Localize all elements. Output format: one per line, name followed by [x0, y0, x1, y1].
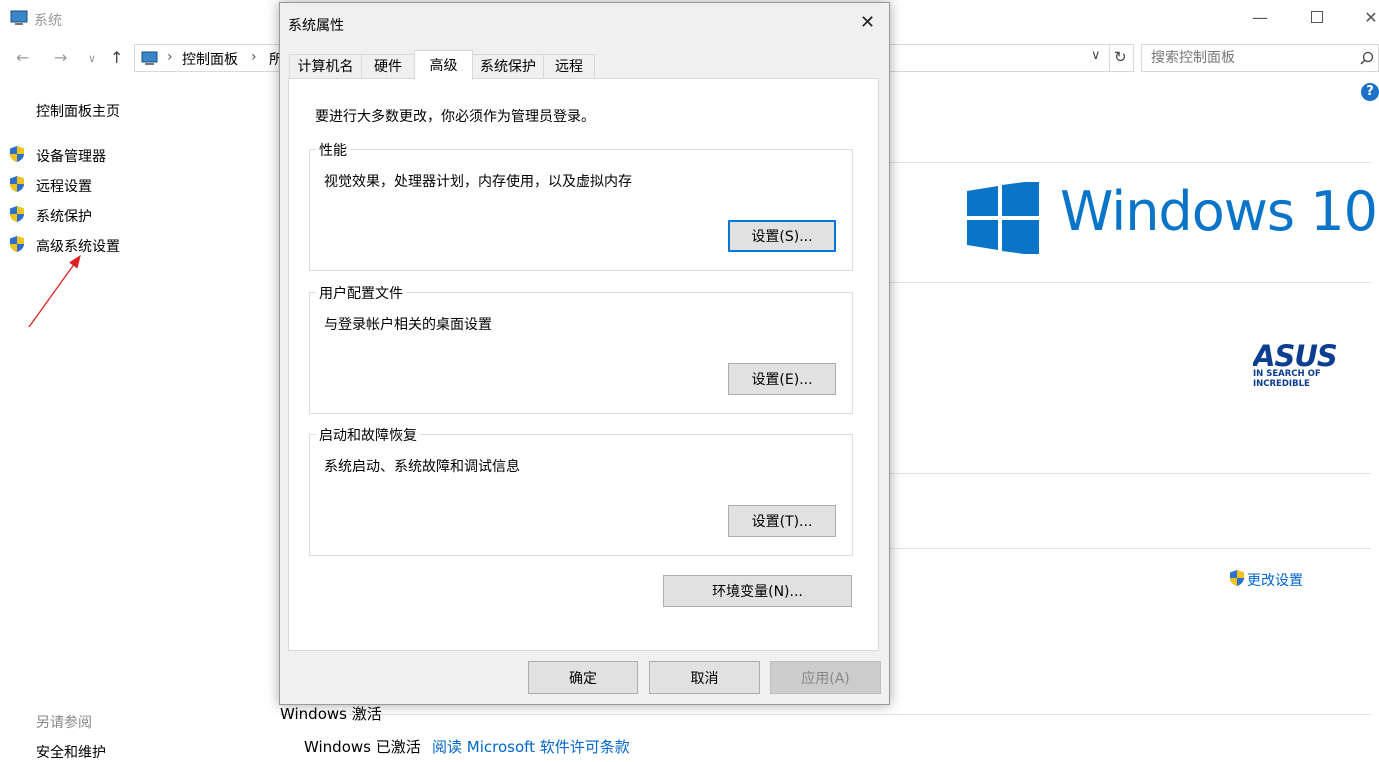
license-terms-link[interactable]: 阅读 Microsoft 软件许可条款 — [432, 736, 630, 757]
tab-hardware[interactable]: 硬件 — [361, 54, 415, 79]
performance-settings-button[interactable]: 设置(S)... — [728, 220, 836, 252]
tab-system-protection[interactable]: 系统保护 — [472, 54, 544, 79]
shield-icon — [1228, 569, 1246, 591]
activation-status: Windows 已激活 — [304, 738, 421, 756]
asus-logo: ASUS — [1251, 339, 1367, 373]
tab-advanced[interactable]: 高级 — [414, 50, 473, 80]
user-profiles-description: 与登录帐户相关的桌面设置 — [324, 317, 492, 333]
startup-recovery-settings-button[interactable]: 设置(T)... — [728, 505, 836, 537]
tab-computer-name[interactable]: 计算机名 — [289, 54, 362, 79]
apply-button[interactable]: 应用(A) — [770, 661, 881, 694]
performance-description: 视觉效果，处理器计划，内存使用，以及虚拟内存 — [324, 174, 632, 190]
system-properties-dialog: 系统属性 ✕ 计算机名 硬件 高级 系统保护 远程 要进行大多数更改，你必须作为… — [279, 2, 890, 705]
change-settings-link[interactable]: 更改设置 — [1247, 570, 1303, 590]
user-profiles-settings-button[interactable]: 设置(E)... — [728, 363, 836, 395]
tab-label: 硬件 — [374, 59, 402, 75]
svg-text:ASUS: ASUS — [1253, 342, 1337, 368]
startup-recovery-title: 启动和故障恢复 — [316, 425, 420, 445]
performance-group: 性能 视觉效果，处理器计划，内存使用，以及虚拟内存 设置(S)... — [309, 140, 853, 271]
activation-header: Windows 激活 — [280, 705, 382, 723]
divider — [280, 714, 1371, 715]
windows-logo-icon — [967, 180, 1039, 258]
admin-note: 要进行大多数更改，你必须作为管理员登录。 — [315, 109, 595, 125]
dialog-close-icon[interactable]: ✕ — [860, 12, 875, 33]
performance-title: 性能 — [316, 140, 350, 160]
tab-remote[interactable]: 远程 — [543, 54, 595, 79]
user-profiles-title: 用户配置文件 — [316, 283, 406, 303]
cancel-button[interactable]: 取消 — [649, 661, 760, 694]
asus-tagline: IN SEARCH OF INCREDIBLE — [1253, 369, 1321, 389]
environment-variables-button[interactable]: 环境变量(N)... — [663, 575, 852, 607]
tab-label: 远程 — [555, 59, 583, 75]
divider — [890, 162, 1371, 163]
tab-label: 高级 — [429, 58, 458, 74]
divider — [890, 282, 1371, 283]
startup-recovery-description: 系统启动、系统故障和调试信息 — [324, 459, 520, 475]
ok-button[interactable]: 确定 — [528, 661, 638, 694]
user-profiles-group: 用户配置文件 与登录帐户相关的桌面设置 设置(E)... — [309, 283, 853, 414]
tab-label: 计算机名 — [297, 59, 354, 75]
divider — [890, 548, 1371, 549]
windows-10-wordmark: Windows 10 — [1060, 180, 1378, 243]
dialog-title: 系统属性 — [288, 18, 344, 34]
tab-panel-advanced: 要进行大多数更改，你必须作为管理员登录。 性能 视觉效果，处理器计划，内存使用，… — [288, 78, 879, 651]
divider — [890, 473, 1371, 474]
startup-recovery-group: 启动和故障恢复 系统启动、系统故障和调试信息 设置(T)... — [309, 425, 853, 556]
tab-label: 系统保护 — [480, 59, 536, 75]
